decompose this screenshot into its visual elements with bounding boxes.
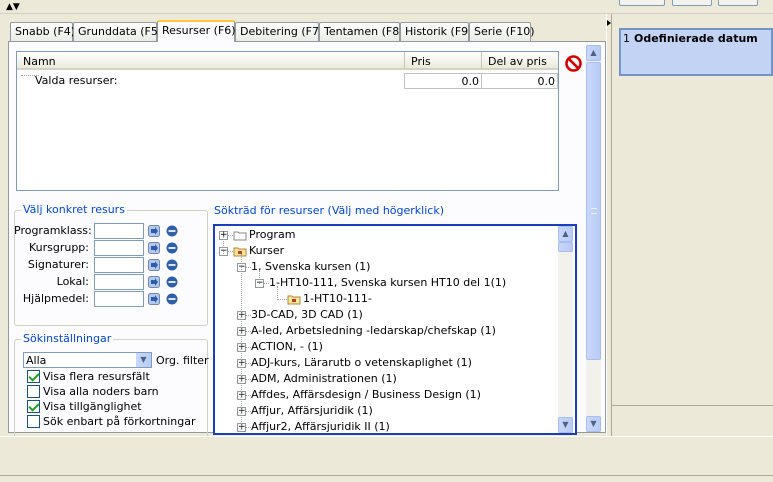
search-tree-title: Sökträd för resurser (Välj med högerklic… <box>214 204 444 217</box>
tree-node[interactable]: A-led, Arbetsledning -ledarskap/chefskap… <box>251 323 496 339</box>
tab-snabb[interactable]: Snabb (F4) <box>10 22 75 41</box>
scroll-thumb[interactable] <box>558 242 573 252</box>
tree-node[interactable]: 1-HT10-111, Svenska kursen HT10 del 1(1) <box>269 275 506 291</box>
checkbox[interactable] <box>27 385 40 398</box>
no-entry-icon[interactable] <box>565 55 582 72</box>
column-header-name[interactable]: Namn <box>17 52 405 70</box>
org-filter-select[interactable]: Alla ▼ <box>23 352 152 368</box>
tree-node[interactable]: Kurser <box>249 243 284 259</box>
undefined-dates-panel[interactable]: 1 Odefinierade datum <box>619 28 773 76</box>
selected-resources-label: Valda resurser: <box>35 74 118 87</box>
tree-scrollbar[interactable]: ▲ ▼ <box>558 226 573 433</box>
main-scrollbar[interactable]: ▲ ▼ <box>586 45 601 432</box>
eraser-icon[interactable] <box>166 225 178 237</box>
tree-node[interactable]: ACTION, - (1) <box>251 339 323 355</box>
top-button-2[interactable] <box>672 0 712 6</box>
field-label: Kursgrupp: <box>28 241 89 254</box>
expand-arrow-icon[interactable] <box>607 20 611 26</box>
checkbox[interactable] <box>27 370 40 383</box>
price-cell[interactable]: 0.0 <box>404 73 482 89</box>
group-title: Sökinställningar <box>21 332 114 345</box>
tab-tentamen[interactable]: Tentamen (F8) <box>319 22 404 41</box>
checkbox-label: Visa tillgänglighet <box>43 400 142 413</box>
item-title: Odefinierade datum <box>634 32 758 45</box>
tab-resurser[interactable]: Resurser (F6) <box>157 20 236 42</box>
folder-icon <box>233 231 247 241</box>
tab-historik[interactable]: Historik (F9) <box>400 22 472 41</box>
eraser-icon[interactable] <box>166 293 178 305</box>
tab-serie[interactable]: Serie (F10) <box>469 22 535 41</box>
right-panel <box>612 14 773 436</box>
tree-node[interactable]: Affdes, Affärsdesign / Business Design (… <box>251 387 481 403</box>
field-label: Programklass: <box>14 224 92 237</box>
arrow-icon[interactable] <box>148 293 160 305</box>
grip-icon <box>591 208 597 214</box>
tree-line <box>277 299 287 300</box>
bottom-bar <box>0 436 773 482</box>
field-input[interactable] <box>94 223 144 239</box>
arrow-icon[interactable] <box>148 225 160 237</box>
field-label: Lokal: <box>56 275 89 288</box>
share-cell[interactable]: 0.0 <box>481 73 558 89</box>
field-input[interactable] <box>94 291 144 307</box>
eraser-icon[interactable] <box>166 242 178 254</box>
scroll-down-icon[interactable]: ▼ <box>558 417 573 433</box>
divider <box>0 475 773 476</box>
scroll-thumb[interactable] <box>586 62 601 360</box>
chevron-down-icon[interactable]: ▼ <box>136 353 151 367</box>
column-header-share[interactable]: Del av pris <box>482 52 558 70</box>
folder-lock-icon <box>287 295 301 305</box>
field-input[interactable] <box>94 240 144 256</box>
scroll-up-icon[interactable]: ▲ <box>586 45 601 61</box>
tree-node[interactable]: 3D-CAD, 3D CAD (1) <box>251 307 363 323</box>
top-strip: ▲▼ <box>0 0 773 14</box>
org-filter-label: Org. filter <box>156 354 209 367</box>
tree-node[interactable]: Affjur2, Affärsjuridik II (1) <box>251 419 390 433</box>
tab-debitering[interactable]: Debitering (F7) <box>235 22 323 41</box>
tab-grunddata[interactable]: Grunddata (F5) <box>73 22 162 41</box>
column-header-price[interactable]: Pris <box>405 52 482 70</box>
divider <box>612 405 773 406</box>
scroll-down-icon[interactable]: ▼ <box>586 416 601 432</box>
top-dropdown[interactable] <box>718 0 758 6</box>
tree-node[interactable]: 1-HT10-111- <box>303 291 372 307</box>
tree-line <box>241 254 242 433</box>
arrow-icon[interactable] <box>148 242 160 254</box>
tree-line <box>223 236 224 254</box>
checkbox-label: Visa flera resursfält <box>43 370 150 383</box>
scroll-up-icon[interactable]: ▲ <box>558 226 573 242</box>
tree-node[interactable]: ADM, Administrationen (1) <box>251 371 397 387</box>
top-button-1[interactable] <box>619 0 665 6</box>
eraser-icon[interactable] <box>166 276 178 288</box>
checkbox-label: Visa alla noders barn <box>43 385 159 398</box>
org-filter-value: Alla <box>26 354 47 367</box>
tree-node[interactable]: Program <box>249 227 295 243</box>
tree-node[interactable]: 1, Svenska kursen (1) <box>251 259 370 275</box>
field-label: Hjälpmedel: <box>22 292 89 305</box>
resource-table[interactable]: Namn Pris Del av pris Valda resurser: 0.… <box>16 51 559 191</box>
checkbox-label: Sök enbart på förkortningar <box>43 415 196 428</box>
group-title: Välj konkret resurs <box>21 203 127 216</box>
eraser-icon[interactable] <box>166 259 178 271</box>
field-input[interactable] <box>94 257 144 273</box>
arrow-icon[interactable] <box>148 276 160 288</box>
tree-node[interactable]: ADJ-kurs, Lärarutb o vetenskaplighet (1) <box>251 355 472 371</box>
field-input[interactable] <box>94 274 144 290</box>
item-number: 1 <box>623 32 630 45</box>
checkbox[interactable] <box>27 400 40 413</box>
arrow-icon[interactable] <box>148 259 160 271</box>
field-label: Signaturer: <box>27 258 89 271</box>
tree-node[interactable]: Affjur, Affärsjuridik (1) <box>251 403 373 419</box>
tree-line <box>259 270 260 284</box>
folder-lock-icon <box>233 247 247 257</box>
checkbox[interactable] <box>27 415 40 428</box>
tree-line <box>277 286 278 300</box>
search-tree[interactable]: + Program − Kurser −1, Svenska kursen (1) −1-… <box>213 224 577 435</box>
collapse-arrow-icon[interactable]: ▲▼ <box>6 3 20 12</box>
